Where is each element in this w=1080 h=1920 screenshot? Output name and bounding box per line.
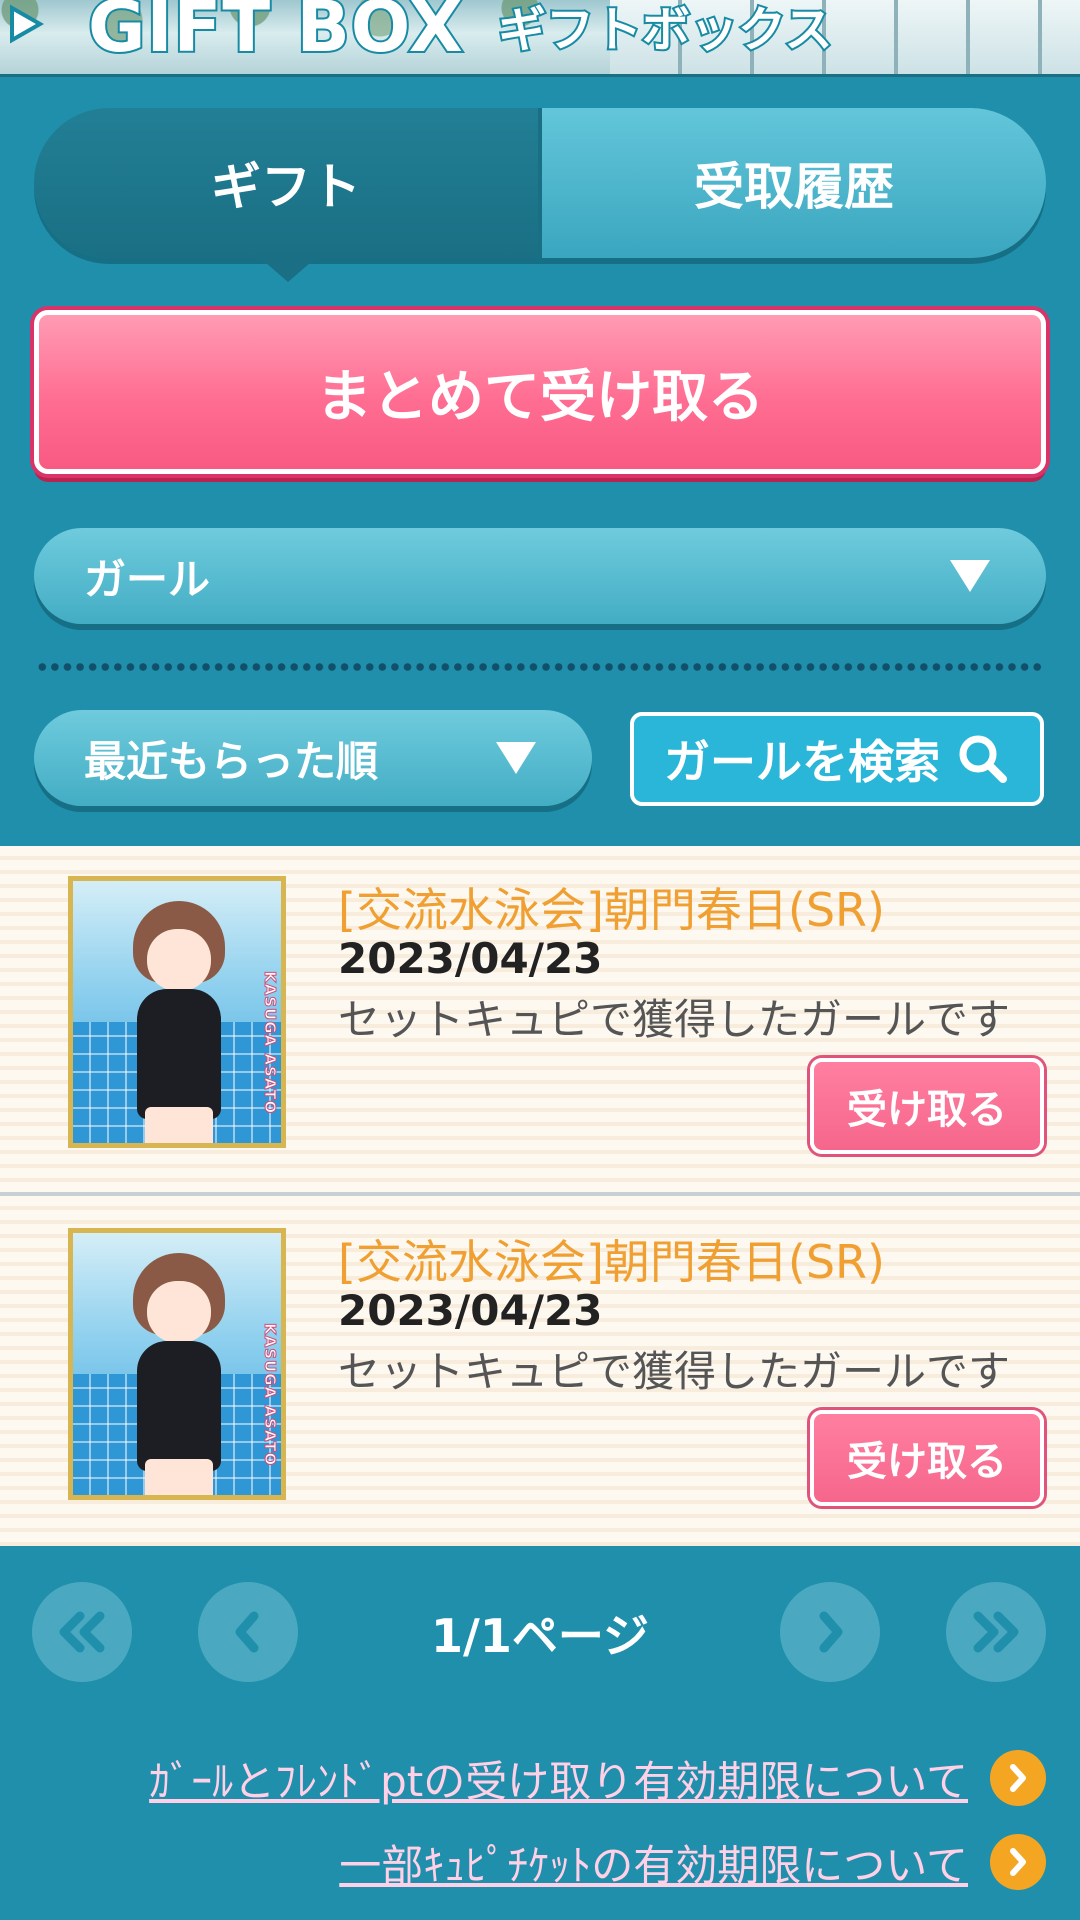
tab-receive-history[interactable]: 受取履歴	[538, 108, 1046, 258]
card-name: KASUGA ASATO	[261, 1322, 280, 1467]
item-date: 2023/04/23	[338, 934, 603, 983]
first-page-button[interactable]	[32, 1582, 132, 1682]
card-swimsuit	[137, 989, 221, 1119]
page-title: GIFT BOX	[86, 0, 465, 70]
category-select-value: ガール	[84, 554, 211, 604]
list-item: KASUGA ASATO [交流水泳会]朝門春日(SR) 2023/04/23 …	[0, 1198, 1080, 1550]
page-indicator: 1/1ページ	[431, 1609, 649, 1663]
next-page-icon	[819, 1611, 843, 1653]
receive-button[interactable]: 受け取る	[810, 1410, 1044, 1506]
item-description: セットキュピで獲得したガールです	[338, 995, 1011, 1044]
card-face	[147, 929, 211, 991]
item-title: [交流水泳会]朝門春日(SR)	[338, 1235, 885, 1289]
last-page-icon	[973, 1611, 1019, 1653]
header-banner: GIFT BOX ギフトボックス	[0, 0, 1080, 77]
search-icon	[959, 735, 1007, 783]
dropdown-arrow-icon	[496, 742, 536, 774]
card-face	[147, 1281, 211, 1343]
search-girl-button[interactable]: ガールを検索	[630, 712, 1044, 806]
next-page-button[interactable]	[780, 1582, 880, 1682]
item-description: セットキュピで獲得したガールです	[338, 1347, 1011, 1396]
cupid-ticket-expiry-link[interactable]: 一部ｷｭﾋﾟﾁｹｯﾄの有効期限について	[339, 1832, 968, 1893]
card-legs	[145, 1459, 213, 1495]
tab-gift[interactable]: ギフト	[34, 108, 538, 258]
item-divider	[0, 1192, 1080, 1196]
play-icon	[10, 4, 45, 44]
chevron-right-icon[interactable]	[990, 1750, 1046, 1806]
card-legs	[145, 1107, 213, 1143]
receive-button[interactable]: 受け取る	[810, 1058, 1044, 1154]
item-date: 2023/04/23	[338, 1286, 603, 1335]
receive-all-button[interactable]: まとめて受け取る	[34, 310, 1046, 474]
sort-select-value: 最近もらった順	[84, 736, 379, 786]
list-item: KASUGA ASATO [交流水泳会]朝門春日(SR) 2023/04/23 …	[0, 846, 1080, 1198]
chevron-right-icon[interactable]	[990, 1834, 1046, 1890]
last-page-button[interactable]	[946, 1582, 1046, 1682]
prev-page-button[interactable]	[198, 1582, 298, 1682]
card-swimsuit	[137, 1341, 221, 1471]
prev-page-icon	[235, 1611, 259, 1653]
first-page-icon	[59, 1611, 105, 1653]
girl-friend-pt-expiry-link[interactable]: ｶﾞｰﾙとﾌﾚﾝﾄﾞptの受け取り有効期限について	[149, 1748, 968, 1809]
category-select[interactable]: ガール	[34, 528, 1046, 624]
dotted-divider	[36, 662, 1044, 672]
sort-select[interactable]: 最近もらった順	[34, 710, 592, 806]
dropdown-arrow-icon	[950, 560, 990, 592]
girl-card-image[interactable]: KASUGA ASATO	[68, 876, 286, 1148]
card-name: KASUGA ASATO	[261, 970, 280, 1115]
girl-card-image[interactable]: KASUGA ASATO	[68, 1228, 286, 1500]
gift-list: KASUGA ASATO [交流水泳会]朝門春日(SR) 2023/04/23 …	[0, 846, 1080, 1546]
active-tab-pointer	[258, 256, 318, 282]
page-subtitle: ギフトボックス	[496, 0, 835, 60]
item-title: [交流水泳会]朝門春日(SR)	[338, 883, 885, 937]
search-girl-label: ガールを検索	[664, 735, 940, 789]
tab-bar: ギフト 受取履歴	[34, 108, 1046, 258]
